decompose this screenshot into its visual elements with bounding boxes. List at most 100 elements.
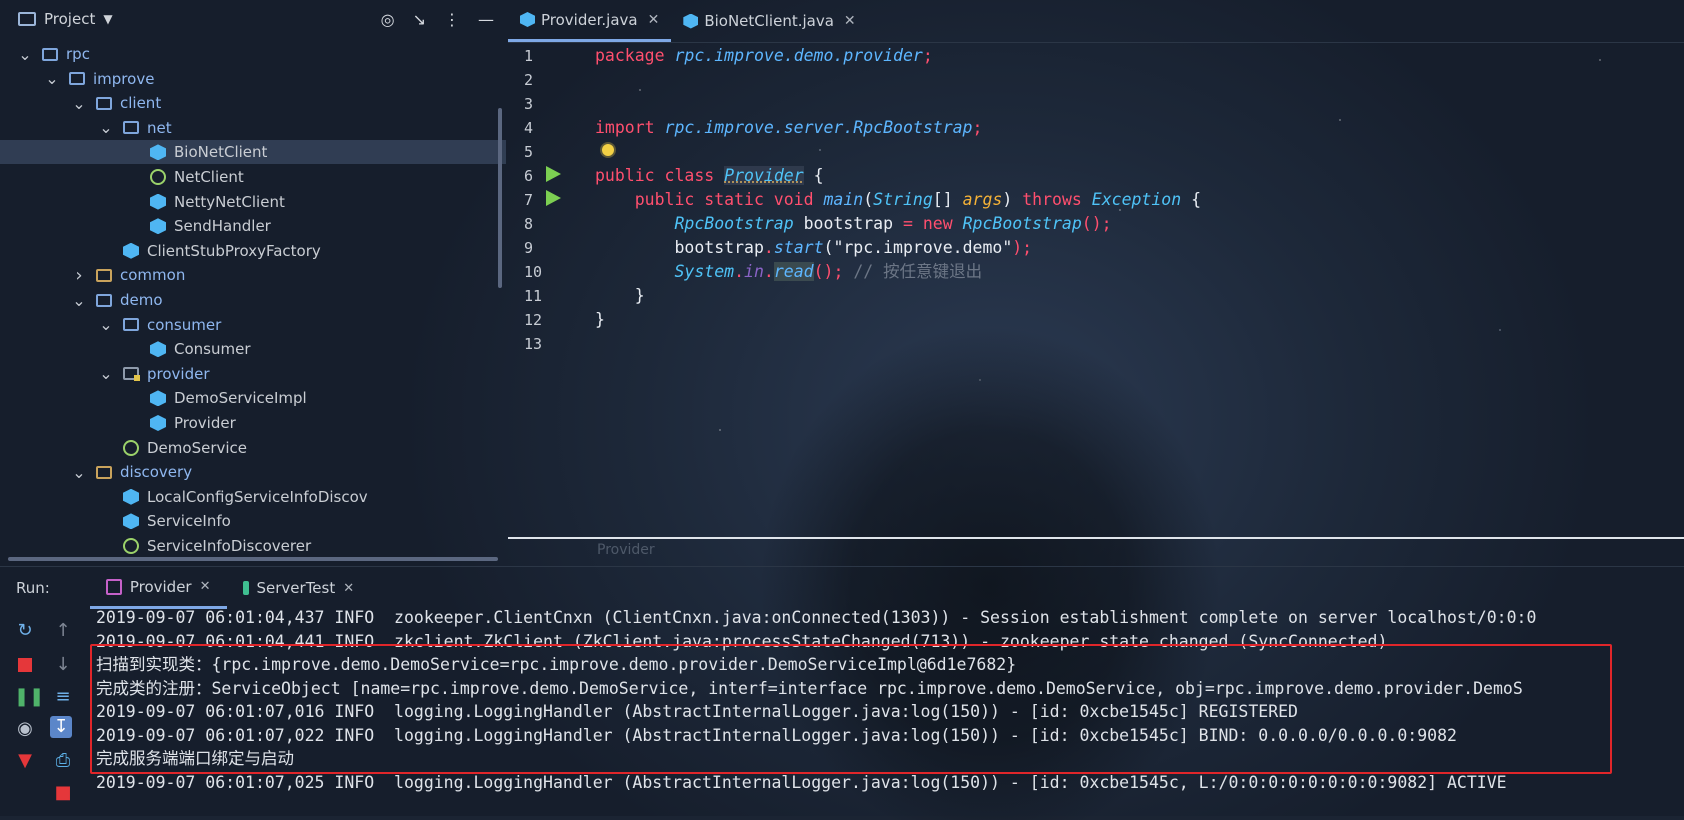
tree-item[interactable]: SendHandler xyxy=(0,214,506,238)
tree-item[interactable]: ⌄ consumer xyxy=(0,313,506,337)
chevron-down-icon[interactable]: ⌄ xyxy=(99,118,113,137)
tree-horizontal-scrollbar[interactable] xyxy=(8,557,498,561)
package-icon xyxy=(96,293,112,307)
tree-item-label: BioNetClient xyxy=(174,143,268,162)
hide-panel-icon[interactable]: — xyxy=(478,10,494,29)
tree-item[interactable]: ⌄ client xyxy=(0,91,506,115)
code-line-7: public static void main(String[] args) t… xyxy=(595,190,1202,209)
tree-vertical-scrollbar[interactable] xyxy=(498,108,502,288)
close-icon[interactable]: ✕ xyxy=(648,12,660,28)
line-number: 8 xyxy=(524,215,534,233)
editor-breadcrumb[interactable]: Provider xyxy=(597,542,655,558)
interface-icon xyxy=(123,439,139,456)
up-arrow-icon[interactable]: ↑ xyxy=(52,620,74,642)
run-tab-label: Provider xyxy=(129,577,192,596)
tree-item-label: provider xyxy=(147,364,210,383)
tree-item[interactable]: ⌄ improve xyxy=(0,67,506,91)
tree-item[interactable]: Consumer xyxy=(0,337,506,361)
project-folder-icon xyxy=(18,12,36,26)
java-class-icon xyxy=(520,12,535,27)
chevron-down-icon[interactable]: ⌄ xyxy=(45,69,59,88)
camera-icon[interactable]: ◉ xyxy=(14,718,36,740)
tab-provider-java[interactable]: Provider.java ✕ xyxy=(508,0,672,42)
tree-item-label: ServiceInfoDiscoverer xyxy=(147,537,312,555)
interface-icon xyxy=(123,538,139,554)
options-menu-icon[interactable]: ⋮ xyxy=(444,10,460,29)
soft-wrap-icon[interactable]: ≡ xyxy=(52,686,74,708)
tree-item[interactable]: BioNetClient xyxy=(0,140,506,165)
chevron-right-icon[interactable]: › xyxy=(72,265,86,286)
tree-item[interactable]: DemoServiceImpl xyxy=(0,386,506,410)
close-icon[interactable]: ✕ xyxy=(200,579,211,594)
tree-item[interactable]: ⌄ discovery xyxy=(0,460,506,484)
tree-item[interactable]: ⌄ net xyxy=(0,116,506,140)
tree-item[interactable]: LocalConfigServiceInfoDiscov xyxy=(0,485,506,509)
print-icon[interactable]: ⎙ xyxy=(52,750,74,772)
line-number: 13 xyxy=(524,335,543,353)
chevron-down-icon[interactable]: ⌄ xyxy=(99,364,113,383)
chevron-down-icon[interactable]: ⌄ xyxy=(72,94,86,113)
tree-item[interactable]: Provider xyxy=(0,411,506,435)
chevron-down-icon[interactable]: ⌄ xyxy=(72,291,86,310)
close-icon[interactable]: ✕ xyxy=(343,581,354,596)
tree-item[interactable]: NettyNetClient xyxy=(0,190,506,214)
chevron-down-icon[interactable]: ⌄ xyxy=(99,315,113,334)
tree-item[interactable]: ClientStubProxyFactory xyxy=(0,239,506,263)
line-number: 9 xyxy=(524,239,534,257)
run-tab-servertest[interactable]: ServerTest ✕ xyxy=(227,567,371,609)
tree-item-label: net xyxy=(147,118,172,137)
package-icon xyxy=(123,367,140,382)
stop-icon[interactable] xyxy=(14,654,36,676)
tree-item[interactable]: NetClient xyxy=(0,165,506,189)
tree-item[interactable]: ServiceInfoDiscoverer xyxy=(0,534,506,558)
tree-item[interactable]: ⌄ rpc xyxy=(0,42,506,66)
folder-icon xyxy=(96,465,112,479)
line-number: 12 xyxy=(524,311,543,329)
tree-item-label: rpc xyxy=(66,45,90,63)
run-class-icon[interactable] xyxy=(546,166,561,182)
chevron-down-icon[interactable]: ⌄ xyxy=(72,463,86,482)
pin-icon[interactable]: ▼ xyxy=(14,750,36,772)
package-icon xyxy=(123,121,139,135)
code-line-10: System.in.read(); // 按任意键退出 xyxy=(595,262,983,281)
project-tree: ⌄ rpc ⌄ improve ⌄ client ⌄ net BioNetClient NetCl… xyxy=(0,42,506,562)
tree-item-label: Consumer xyxy=(174,340,251,359)
tree-item[interactable]: ServiceInfo xyxy=(0,509,506,533)
console-line: 2019-09-07 06:01:07,025 INFO logging.Log… xyxy=(96,772,1507,792)
line-number: 11 xyxy=(524,287,543,305)
rerun-icon[interactable]: ↻ xyxy=(14,620,36,642)
line-number: 6 xyxy=(524,167,534,185)
tree-item[interactable]: ⌄ provider xyxy=(0,362,506,386)
run-tab-provider[interactable]: Provider ✕ xyxy=(89,567,227,609)
pause-icon[interactable]: ❚❚ xyxy=(14,686,44,708)
scroll-to-end-icon[interactable]: ↧ xyxy=(50,716,72,738)
tree-item[interactable]: DemoService xyxy=(0,436,506,460)
code-line-12: } xyxy=(595,310,605,329)
application-icon xyxy=(105,578,122,595)
tree-item-label: NetClient xyxy=(174,168,244,186)
collapse-all-icon[interactable]: ↘ xyxy=(413,10,426,29)
tab-bionetclient-java[interactable]: BioNetClient.java ✕ xyxy=(671,0,867,42)
down-arrow-icon[interactable]: ↓ xyxy=(52,654,74,676)
tree-item-label: ClientStubProxyFactory xyxy=(147,241,321,260)
run-main-icon[interactable] xyxy=(546,190,561,206)
code-editor[interactable]: package rpc.improve.demo.provider; impor… xyxy=(595,44,1201,356)
project-panel-header: Project ▼ ◎ ↘ ⋮ — xyxy=(0,0,506,38)
code-line-9: bootstrap.start("rpc.improve.demo"); xyxy=(595,238,1033,257)
tree-item-label: DemoService xyxy=(147,438,248,457)
line-number: 3 xyxy=(524,95,534,113)
close-icon[interactable]: ✕ xyxy=(844,13,856,29)
code-line-4: import rpc.improve.server.RpcBootstrap; xyxy=(595,118,983,137)
tree-item-label: discovery xyxy=(120,463,193,482)
editor-tabs: Provider.java ✕ BioNetClient.java ✕ xyxy=(508,0,868,42)
locate-icon[interactable]: ◎ xyxy=(381,10,395,29)
tree-item[interactable]: ⌄ demo xyxy=(0,288,506,312)
chevron-down-icon[interactable]: ⌄ xyxy=(18,45,32,64)
tree-item-label: client xyxy=(120,94,162,113)
clear-all-icon[interactable]: ■ xyxy=(52,782,74,804)
project-view-selector[interactable]: Project ▼ xyxy=(18,10,113,28)
tree-item[interactable]: › common xyxy=(0,263,506,287)
interface-icon xyxy=(150,169,166,185)
